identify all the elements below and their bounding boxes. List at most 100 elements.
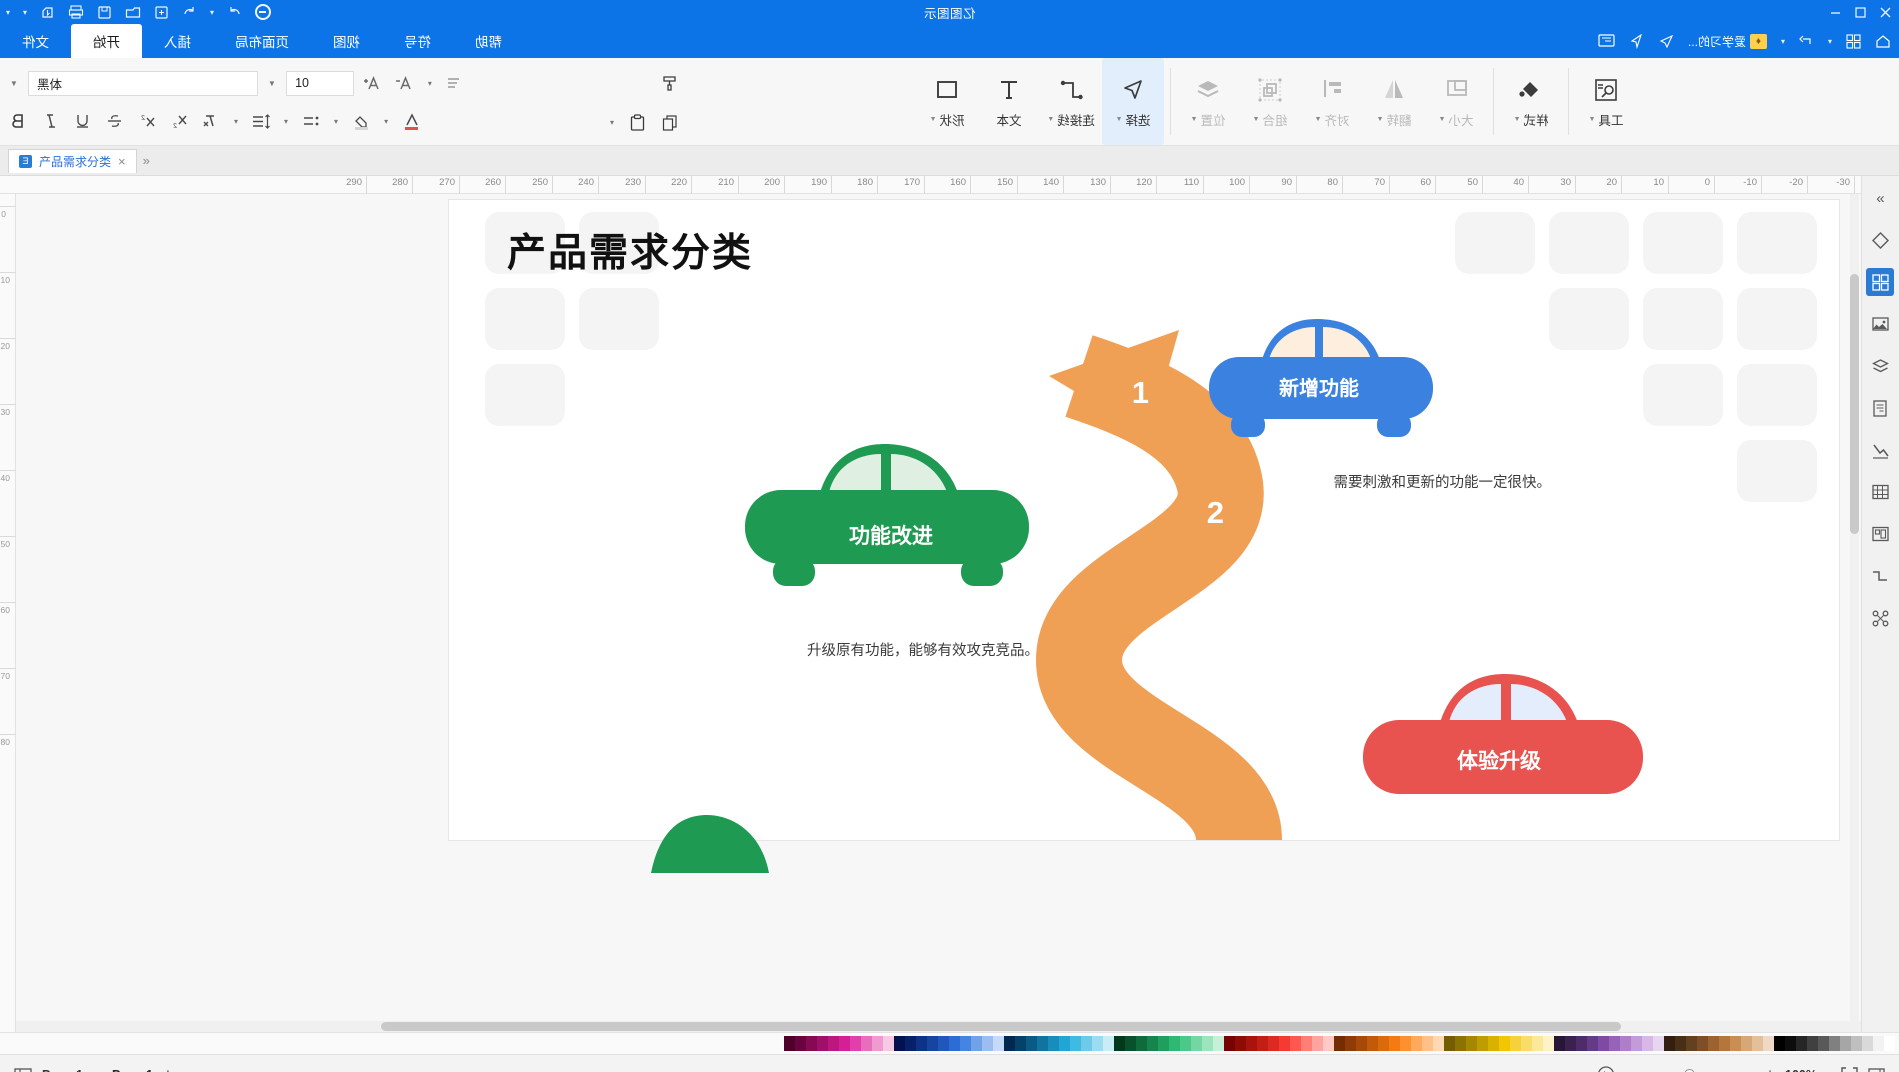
- share-dropdown-icon[interactable]: ▾: [1781, 37, 1785, 46]
- vip-account-chip[interactable]: ♦ 爱学习的...: [1688, 33, 1767, 50]
- ribbon-button-tools[interactable]: 工具 ▼: [1575, 58, 1637, 145]
- color-swatch[interactable]: [839, 1036, 850, 1051]
- more-icon[interactable]: ▾: [6, 8, 10, 17]
- color-swatch[interactable]: [1081, 1036, 1092, 1051]
- close-icon[interactable]: ×: [118, 154, 126, 169]
- color-swatch[interactable]: [817, 1036, 828, 1051]
- restore-icon[interactable]: [1855, 6, 1866, 18]
- color-swatch[interactable]: [916, 1036, 927, 1051]
- color-swatch[interactable]: [1279, 1036, 1290, 1051]
- color-swatch[interactable]: [1125, 1036, 1136, 1051]
- color-swatch[interactable]: [1774, 1036, 1785, 1051]
- horizontal-scrollbar-thumb[interactable]: [381, 1022, 1621, 1031]
- car-shape-experience-upgrade[interactable]: [1349, 660, 1649, 820]
- menu-icon[interactable]: [255, 4, 272, 20]
- canvas-scroll-region[interactable]: 产品需求分类 1 2 3 新增功能 需要刺激和更新的功能一定很快。 功能改进 升…: [16, 194, 1861, 1032]
- color-swatch[interactable]: [960, 1036, 971, 1051]
- color-swatch[interactable]: [1620, 1036, 1631, 1051]
- color-swatch[interactable]: [1213, 1036, 1224, 1051]
- ribbon-button-group[interactable]: 组合 ▼: [1239, 58, 1301, 145]
- vertical-scrollbar-thumb[interactable]: [1850, 274, 1859, 534]
- node-icon[interactable]: [1867, 604, 1895, 632]
- redo-icon[interactable]: [227, 5, 242, 19]
- shapes-icon[interactable]: [1867, 226, 1895, 254]
- ribbon-button-position[interactable]: 位置 ▼: [1177, 58, 1239, 145]
- zoom-in-icon[interactable]: +: [1765, 1065, 1775, 1072]
- color-swatch[interactable]: [1444, 1036, 1455, 1051]
- color-swatch[interactable]: [1488, 1036, 1499, 1051]
- ribbon-button-flip[interactable]: 翻转 ▼: [1363, 58, 1425, 145]
- open-icon[interactable]: [125, 5, 141, 19]
- ribbon-button-shape[interactable]: 形状 ▼: [916, 58, 978, 145]
- color-swatch[interactable]: [1004, 1036, 1015, 1051]
- color-swatch[interactable]: [1147, 1036, 1158, 1051]
- color-swatch[interactable]: [1048, 1036, 1059, 1051]
- color-swatch[interactable]: [1235, 1036, 1246, 1051]
- ribbon-button-size[interactable]: 大小 ▼: [1425, 58, 1487, 145]
- color-swatch[interactable]: [1224, 1036, 1235, 1051]
- horizontal-ruler[interactable]: -30 -20 -10 0 10 20 30 40 50 60 70 80 90 100 110 120 130…: [0, 176, 1861, 194]
- color-swatch[interactable]: [1851, 1036, 1862, 1051]
- color-swatch[interactable]: [1873, 1036, 1884, 1051]
- color-swatch[interactable]: [1653, 1036, 1664, 1051]
- table-icon[interactable]: [1867, 478, 1895, 506]
- color-swatch[interactable]: [1598, 1036, 1609, 1051]
- layout-icon[interactable]: [14, 1067, 32, 1072]
- color-swatch[interactable]: [1587, 1036, 1598, 1051]
- italic-icon[interactable]: [38, 109, 64, 134]
- ribbon-button-select[interactable]: 选择 ▼: [1102, 58, 1164, 145]
- color-swatch[interactable]: [1741, 1036, 1752, 1051]
- add-page-button[interactable]: +: [163, 1065, 173, 1072]
- color-swatch[interactable]: [1301, 1036, 1312, 1051]
- grid-dropdown-icon[interactable]: ▾: [1828, 37, 1832, 46]
- diagram-title[interactable]: 产品需求分类: [507, 222, 753, 278]
- highlight-icon[interactable]: [348, 109, 374, 134]
- color-swatch[interactable]: [1785, 1036, 1796, 1051]
- color-swatch[interactable]: [1422, 1036, 1433, 1051]
- highlight-dropdown-icon[interactable]: ▾: [330, 117, 342, 126]
- fit-page-icon[interactable]: [1868, 1067, 1885, 1072]
- increase-font-icon[interactable]: [360, 71, 386, 96]
- new-icon[interactable]: [154, 5, 169, 20]
- color-swatch[interactable]: [861, 1036, 872, 1051]
- color-swatch[interactable]: [1389, 1036, 1400, 1051]
- connector-icon[interactable]: [1867, 562, 1895, 590]
- color-swatch[interactable]: [927, 1036, 938, 1051]
- color-swatch[interactable]: [1455, 1036, 1466, 1051]
- color-swatch[interactable]: [1730, 1036, 1741, 1051]
- strikethrough-icon[interactable]: [102, 109, 128, 134]
- page-tab[interactable]: Page-1: [112, 1068, 153, 1072]
- color-swatch[interactable]: [1356, 1036, 1367, 1051]
- redo-dropdown-icon[interactable]: ▾: [210, 8, 214, 17]
- container-icon[interactable]: [1867, 520, 1895, 548]
- undo-icon[interactable]: [182, 5, 197, 19]
- color-swatch[interactable]: [905, 1036, 916, 1051]
- color-swatch[interactable]: [1466, 1036, 1477, 1051]
- font-family-dropdown-icon[interactable]: ▼: [6, 79, 22, 88]
- tab-home[interactable]: 开始: [71, 24, 142, 58]
- color-swatch[interactable]: [1686, 1036, 1697, 1051]
- color-swatch[interactable]: [795, 1036, 806, 1051]
- ribbon-button-text[interactable]: 文本: [978, 58, 1040, 145]
- color-swatch[interactable]: [1114, 1036, 1125, 1051]
- color-swatch[interactable]: [784, 1036, 795, 1051]
- color-swatch[interactable]: [1378, 1036, 1389, 1051]
- color-swatch[interactable]: [1367, 1036, 1378, 1051]
- bullet-list-icon[interactable]: [298, 109, 324, 134]
- color-swatch[interactable]: [949, 1036, 960, 1051]
- color-swatch[interactable]: [1697, 1036, 1708, 1051]
- layers-icon[interactable]: [1867, 352, 1895, 380]
- color-swatch[interactable]: [1675, 1036, 1686, 1051]
- color-swatch[interactable]: [1312, 1036, 1323, 1051]
- color-swatch[interactable]: [1477, 1036, 1488, 1051]
- color-swatch[interactable]: [1070, 1036, 1081, 1051]
- clear-format-icon[interactable]: [198, 109, 224, 134]
- color-swatch[interactable]: [1037, 1036, 1048, 1051]
- color-swatch[interactable]: [1642, 1036, 1653, 1051]
- step-description-feature-improve[interactable]: 升级原有功能，能够有效攻克竞品。: [739, 640, 1039, 663]
- color-swatch[interactable]: [1015, 1036, 1026, 1051]
- print-icon[interactable]: [68, 5, 84, 19]
- color-swatch[interactable]: [1631, 1036, 1642, 1051]
- diagram-page[interactable]: 产品需求分类 1 2 3 新增功能 需要刺激和更新的功能一定很快。 功能改进 升…: [449, 200, 1839, 873]
- align-dropdown-icon[interactable]: ▾: [424, 79, 436, 88]
